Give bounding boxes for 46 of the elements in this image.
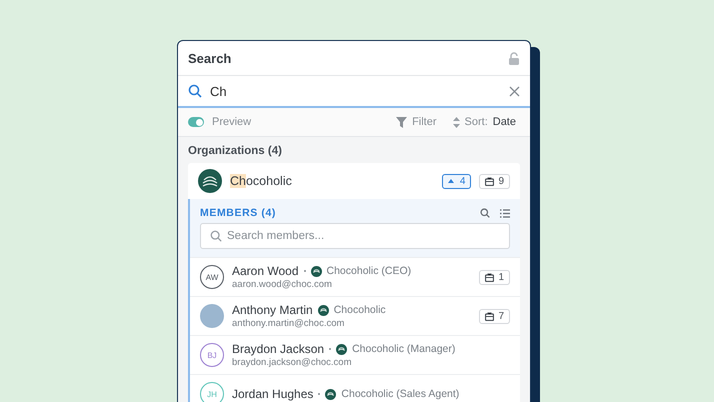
search-icon bbox=[188, 84, 202, 98]
organization-logo-icon bbox=[310, 266, 322, 276]
organization-logo-icon bbox=[325, 388, 336, 400]
search-field[interactable]: Ch bbox=[210, 84, 501, 98]
member-row[interactable]: Anthony Martin Chocoholic anthony.martin@choc.com 7 bbox=[190, 296, 520, 335]
organization-logo-icon bbox=[318, 304, 329, 316]
count-badge[interactable]: 9 bbox=[479, 174, 510, 188]
preview-toggle[interactable] bbox=[188, 117, 204, 127]
organization-name: Chocoholic bbox=[230, 174, 292, 188]
avatar: JH bbox=[200, 382, 224, 402]
avatar: BJ bbox=[200, 343, 224, 367]
section-heading: Organizations (4) bbox=[188, 145, 283, 157]
list-icon[interactable] bbox=[500, 208, 510, 218]
member-name: Anthony Martin bbox=[232, 303, 313, 317]
organization-item[interactable]: Chocoholic 4 9 bbox=[188, 163, 520, 199]
members-search-field[interactable]: Search members... bbox=[200, 223, 510, 249]
member-row[interactable]: JH Jordan Hughes Chocoholic (Sales Agent) bbox=[190, 374, 520, 402]
member-email: aaron.wood@choc.com bbox=[232, 279, 333, 290]
members-heading: MEMBERS (4) bbox=[200, 207, 276, 219]
search-icon bbox=[210, 230, 222, 242]
search-icon[interactable] bbox=[480, 208, 490, 218]
member-email: anthony.martin@choc.com bbox=[232, 318, 346, 329]
panel-title: Search bbox=[188, 50, 232, 66]
organization-logo-icon bbox=[198, 169, 222, 193]
member-organization: Chocoholic (CEO) bbox=[326, 265, 412, 277]
member-organization: Chocoholic (Manager) bbox=[352, 343, 456, 355]
organization-logo-icon bbox=[336, 344, 348, 354]
member-name: Braydon Jackson bbox=[232, 342, 324, 356]
photo-placeholder bbox=[200, 304, 224, 328]
avatar: AW bbox=[200, 265, 224, 289]
lock-icon[interactable] bbox=[508, 52, 520, 64]
member-organization: Chocoholic bbox=[334, 304, 386, 316]
close-icon[interactable] bbox=[509, 86, 520, 96]
count-badge[interactable]: 4 bbox=[442, 174, 472, 188]
member-row[interactable]: BJ Braydon Jackson Chocoholic (Manager) braydon.jackson@choc.com bbox=[190, 335, 520, 374]
preview-label: Preview bbox=[212, 116, 252, 128]
sort-button[interactable]: Sort: Date bbox=[448, 116, 520, 128]
count-badge[interactable]: 7 bbox=[479, 308, 510, 324]
filter-icon bbox=[396, 116, 408, 128]
member-email: braydon.jackson@choc.com bbox=[232, 357, 352, 368]
count-badge[interactable]: 1 bbox=[479, 270, 510, 284]
member-organization: Chocoholic (Sales Agent) bbox=[341, 388, 460, 400]
member-name: Aaron Wood bbox=[232, 264, 298, 278]
member-name: Jordan Hughes bbox=[232, 387, 314, 401]
member-row[interactable]: AW Aaron Wood Chocoholic (CEO) aaron.wood@choc.com 1 bbox=[190, 257, 520, 296]
sort-icon bbox=[452, 116, 460, 128]
